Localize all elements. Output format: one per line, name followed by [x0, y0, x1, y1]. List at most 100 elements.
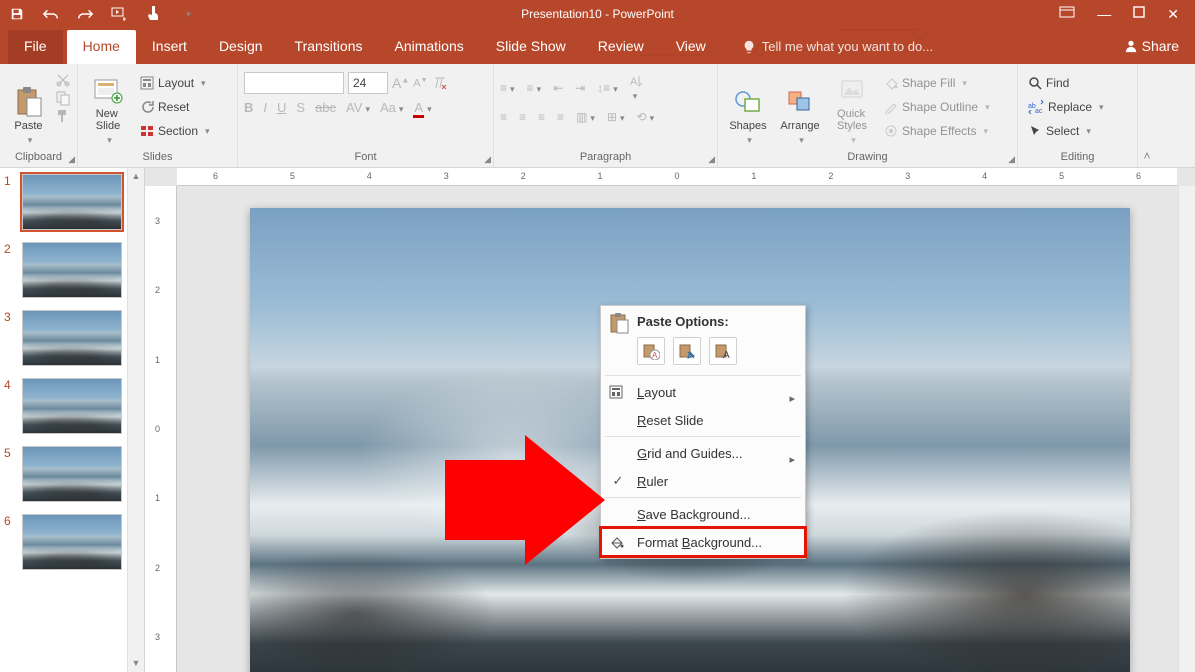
shapes-label: Shapes: [729, 120, 766, 132]
underline-button[interactable]: U: [277, 100, 286, 115]
shadow-button[interactable]: S: [296, 100, 305, 115]
slide-thumbnails-panel: 123456 ▲ ▼: [0, 168, 145, 672]
arrange-button[interactable]: Arrange: [776, 68, 824, 146]
slide-thumbnail[interactable]: 4: [0, 372, 144, 440]
replace-button[interactable]: abacReplace: [1024, 96, 1108, 118]
scrollbar[interactable]: [1178, 186, 1195, 672]
slide-thumbnail[interactable]: 3: [0, 304, 144, 372]
layout-button[interactable]: Layout: [136, 72, 214, 94]
format-painter-icon[interactable]: [55, 108, 71, 124]
bold-button[interactable]: B: [244, 100, 253, 115]
dialog-launcher-icon[interactable]: ◢: [68, 154, 75, 165]
context-item-layout[interactable]: Layout: [601, 378, 805, 406]
item-label: Ruler: [637, 474, 668, 489]
tell-me-placeholder: Tell me what you want to do...: [762, 39, 933, 54]
context-item-format-background[interactable]: Format Background...: [601, 528, 805, 556]
columns-icon[interactable]: ▥: [576, 110, 595, 124]
align-left-icon[interactable]: ≡: [500, 110, 507, 124]
slide-thumbnail[interactable]: 2: [0, 236, 144, 304]
slide-thumbnail[interactable]: 6: [0, 508, 144, 576]
close-icon[interactable]: ✕: [1167, 6, 1179, 23]
tab-home[interactable]: Home: [67, 30, 136, 64]
context-item-ruler[interactable]: ✓ Ruler: [601, 467, 805, 495]
tab-animations[interactable]: Animations: [378, 30, 479, 64]
tab-file[interactable]: File: [8, 30, 63, 64]
chevron-down-icon: [25, 134, 33, 146]
shapes-button[interactable]: Shapes: [724, 68, 772, 146]
new-slide-button[interactable]: New Slide: [84, 68, 132, 146]
align-center-icon[interactable]: ≡: [519, 110, 526, 124]
tab-insert[interactable]: Insert: [136, 30, 203, 64]
share-button[interactable]: Share: [1108, 30, 1195, 64]
find-button[interactable]: Find: [1024, 72, 1108, 94]
touch-mode-icon[interactable]: [144, 5, 162, 23]
cursor-icon: [1028, 124, 1042, 138]
dialog-launcher-icon[interactable]: ◢: [484, 154, 491, 165]
layout-label: Layout: [158, 76, 194, 90]
cut-icon[interactable]: [55, 72, 71, 88]
tab-slideshow[interactable]: Slide Show: [480, 30, 582, 64]
text-direction-icon[interactable]: A: [630, 74, 644, 102]
reset-icon: [140, 100, 154, 114]
context-item-grid-guides[interactable]: Grid and Guides...: [601, 439, 805, 467]
decrease-font-icon[interactable]: A▼: [413, 77, 427, 90]
increase-indent-icon[interactable]: ⇥: [575, 81, 585, 95]
item-label: Format Background...: [637, 535, 762, 550]
line-spacing-icon[interactable]: ↕≡: [597, 81, 618, 95]
maximize-icon[interactable]: [1133, 6, 1145, 23]
shape-outline-button[interactable]: Shape Outline: [880, 96, 994, 118]
slide-thumbnail[interactable]: 1: [0, 168, 144, 236]
paste-button[interactable]: Paste: [6, 68, 51, 146]
font-size-input[interactable]: 24: [348, 72, 388, 94]
context-item-reset-slide[interactable]: Reset Slide: [601, 406, 805, 434]
select-button[interactable]: Select: [1024, 120, 1108, 142]
dialog-launcher-icon[interactable]: ◢: [708, 154, 715, 165]
strikethrough-button[interactable]: abc: [315, 100, 336, 115]
section-button[interactable]: Section: [136, 120, 214, 142]
shape-effects-button[interactable]: Shape Effects: [880, 120, 994, 142]
reset-button[interactable]: Reset: [136, 96, 214, 118]
justify-icon[interactable]: ≡: [557, 110, 564, 124]
copy-icon[interactable]: [55, 90, 71, 106]
paste-option-use-destination-theme[interactable]: A: [637, 337, 665, 365]
slide-thumbnail[interactable]: 5: [0, 440, 144, 508]
redo-icon[interactable]: [76, 5, 94, 23]
minimize-icon[interactable]: —: [1097, 6, 1111, 23]
character-spacing-button[interactable]: AV: [346, 100, 370, 115]
context-item-save-background[interactable]: Save Background...: [601, 500, 805, 528]
font-color-button[interactable]: A: [413, 100, 431, 115]
ribbon-display-options-icon[interactable]: [1059, 6, 1075, 23]
tab-transitions[interactable]: Transitions: [279, 30, 379, 64]
decrease-indent-icon[interactable]: ⇤: [553, 81, 563, 95]
quick-styles-button[interactable]: Quick Styles: [828, 68, 876, 146]
tab-review[interactable]: Review: [582, 30, 660, 64]
tab-design[interactable]: Design: [203, 30, 279, 64]
dialog-launcher-icon[interactable]: ◢: [1008, 154, 1015, 165]
scrollbar[interactable]: ▲ ▼: [127, 168, 144, 672]
select-label: Select: [1046, 124, 1079, 138]
paste-option-keep-source-formatting[interactable]: [673, 337, 701, 365]
undo-icon[interactable]: [42, 5, 60, 23]
font-family-input[interactable]: [244, 72, 344, 94]
bullets-icon[interactable]: ≡: [500, 81, 515, 95]
paste-option-picture[interactable]: A: [709, 337, 737, 365]
save-icon[interactable]: [8, 5, 26, 23]
shape-fill-button[interactable]: Shape Fill: [880, 72, 994, 94]
increase-font-icon[interactable]: A▲: [392, 75, 409, 91]
start-from-beginning-icon[interactable]: [110, 5, 128, 23]
change-case-button[interactable]: Aa: [380, 100, 403, 115]
group-slides: New Slide Layout Reset Section Slides: [78, 64, 238, 167]
qat-customize-icon[interactable]: [178, 5, 196, 23]
align-right-icon[interactable]: ≡: [538, 110, 545, 124]
clear-formatting-icon[interactable]: [432, 75, 448, 91]
scroll-down-icon[interactable]: ▼: [128, 655, 144, 672]
person-icon: [1124, 39, 1138, 53]
collapse-ribbon-icon[interactable]: ˄: [1138, 64, 1156, 167]
tab-view[interactable]: View: [660, 30, 722, 64]
align-text-icon[interactable]: ⊞: [607, 110, 625, 124]
numbering-icon[interactable]: ≡: [527, 81, 542, 95]
smartart-icon[interactable]: ⟲: [637, 110, 655, 124]
tell-me-search[interactable]: Tell me what you want to do...: [742, 39, 933, 64]
italic-button[interactable]: I: [263, 100, 267, 115]
scroll-up-icon[interactable]: ▲: [128, 168, 144, 185]
